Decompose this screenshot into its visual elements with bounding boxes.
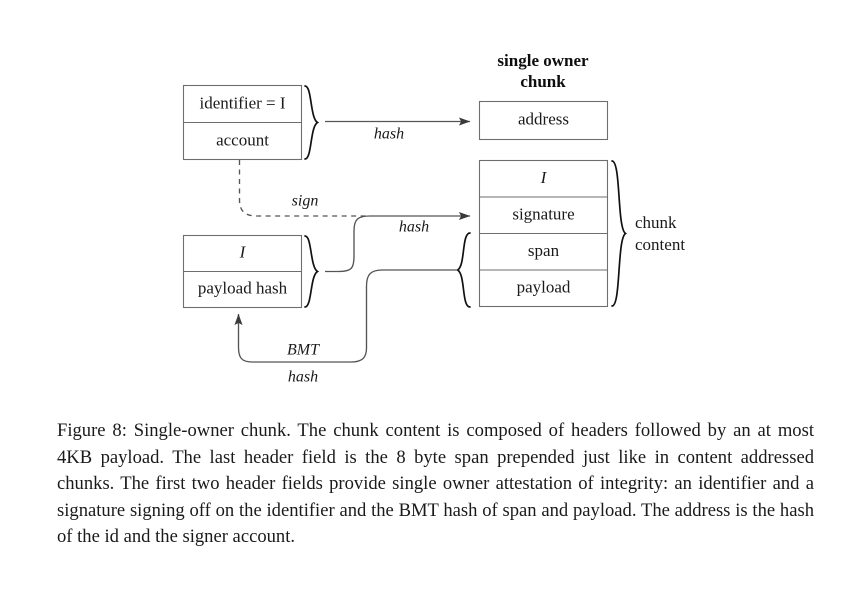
chunk-content-label-line1: chunk xyxy=(635,213,677,232)
address-cell: address xyxy=(518,109,569,128)
brace-chunk-content xyxy=(611,160,628,307)
identifier-payload-hash-box: I payload hash xyxy=(182,234,303,309)
brace-identifier-account xyxy=(304,85,320,160)
identifier-cell: identifier = I xyxy=(199,93,285,112)
hash-signature-connector xyxy=(325,211,471,273)
hash-signature-label: hash xyxy=(399,219,429,236)
chunk-content-box: I signature span payload xyxy=(478,159,609,308)
bmt-hash-label-line2: hash xyxy=(288,369,318,386)
account-cell: account xyxy=(216,130,269,149)
chunk-cell-signature: signature xyxy=(512,204,574,223)
payload-box-cell-payload-hash: payload hash xyxy=(198,278,288,297)
chunk-title-line1: single owner xyxy=(497,51,589,70)
single-owner-chunk-diagram: single owner chunk identifier = I accoun… xyxy=(182,51,685,386)
figure-8-single-owner-chunk: single owner chunk identifier = I accoun… xyxy=(0,0,865,612)
brace-span-payload xyxy=(455,232,471,308)
sign-label: sign xyxy=(292,193,319,210)
chunk-cell-span: span xyxy=(528,241,560,260)
bmt-hash-label-line1: BMT xyxy=(287,342,320,359)
brace-payload-box xyxy=(304,235,320,308)
identifier-account-box: identifier = I account xyxy=(182,84,303,161)
hash-address-label: hash xyxy=(374,126,404,143)
chunk-cell-payload: payload xyxy=(517,277,571,296)
chunk-content-label-line2: content xyxy=(635,235,685,254)
chunk-title-line2: chunk xyxy=(520,72,566,91)
address-box: address xyxy=(478,100,609,141)
figure-caption: Figure 8: Single-owner chunk. The chunk … xyxy=(57,420,814,548)
